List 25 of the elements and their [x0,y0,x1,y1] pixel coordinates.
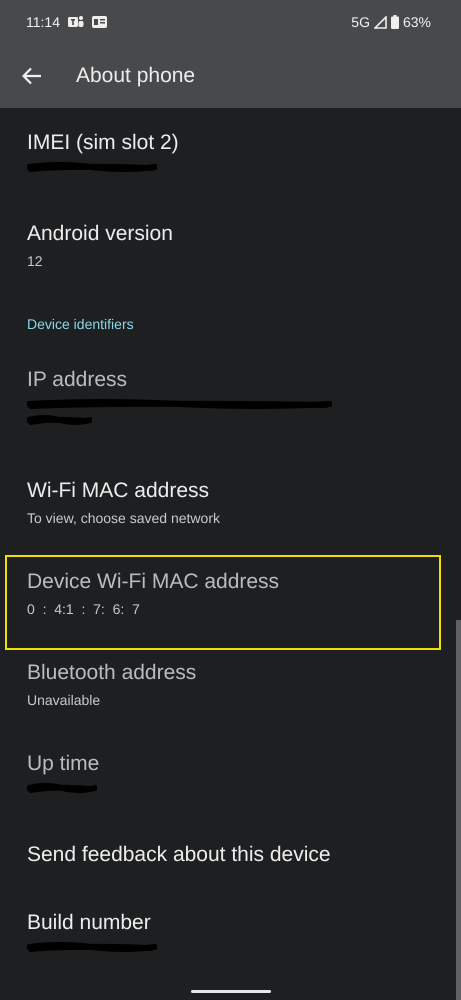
screen-title: About phone [76,63,196,90]
network-type: 5G [351,12,370,32]
category-header: Device identifiers [27,316,134,332]
redaction-mark [27,783,97,793]
teams-icon [68,15,84,29]
status-time: 11:14 [26,12,60,32]
setting-title[interactable]: IMEI (sim slot 2) [27,130,179,156]
setting-title[interactable]: Android version [27,221,173,247]
setting-summary: 12 [27,252,43,271]
setting-title[interactable]: Device Wi-Fi MAC address [27,569,280,595]
setting-title[interactable]: Bluetooth address [27,660,196,686]
setting-summary: 0 : 4:1 : 7: 6: 7 [27,600,140,619]
back-arrow-icon[interactable] [22,67,42,85]
redaction-mark [27,415,92,425]
setting-title[interactable]: Wi-Fi MAC address [27,478,210,504]
battery-level: 63% [402,12,431,32]
setting-title[interactable]: Up time [27,751,100,777]
setting-title[interactable]: Send feedback about this device [27,842,331,868]
setting-title[interactable]: IP address [27,367,128,393]
signal-icon [374,16,387,28]
battery-icon [390,15,399,29]
setting-summary: Unavailable [27,691,100,710]
setting-title[interactable]: Build number [27,910,151,936]
setting-summary: To view, choose saved network [27,509,220,528]
news-icon [92,16,107,28]
